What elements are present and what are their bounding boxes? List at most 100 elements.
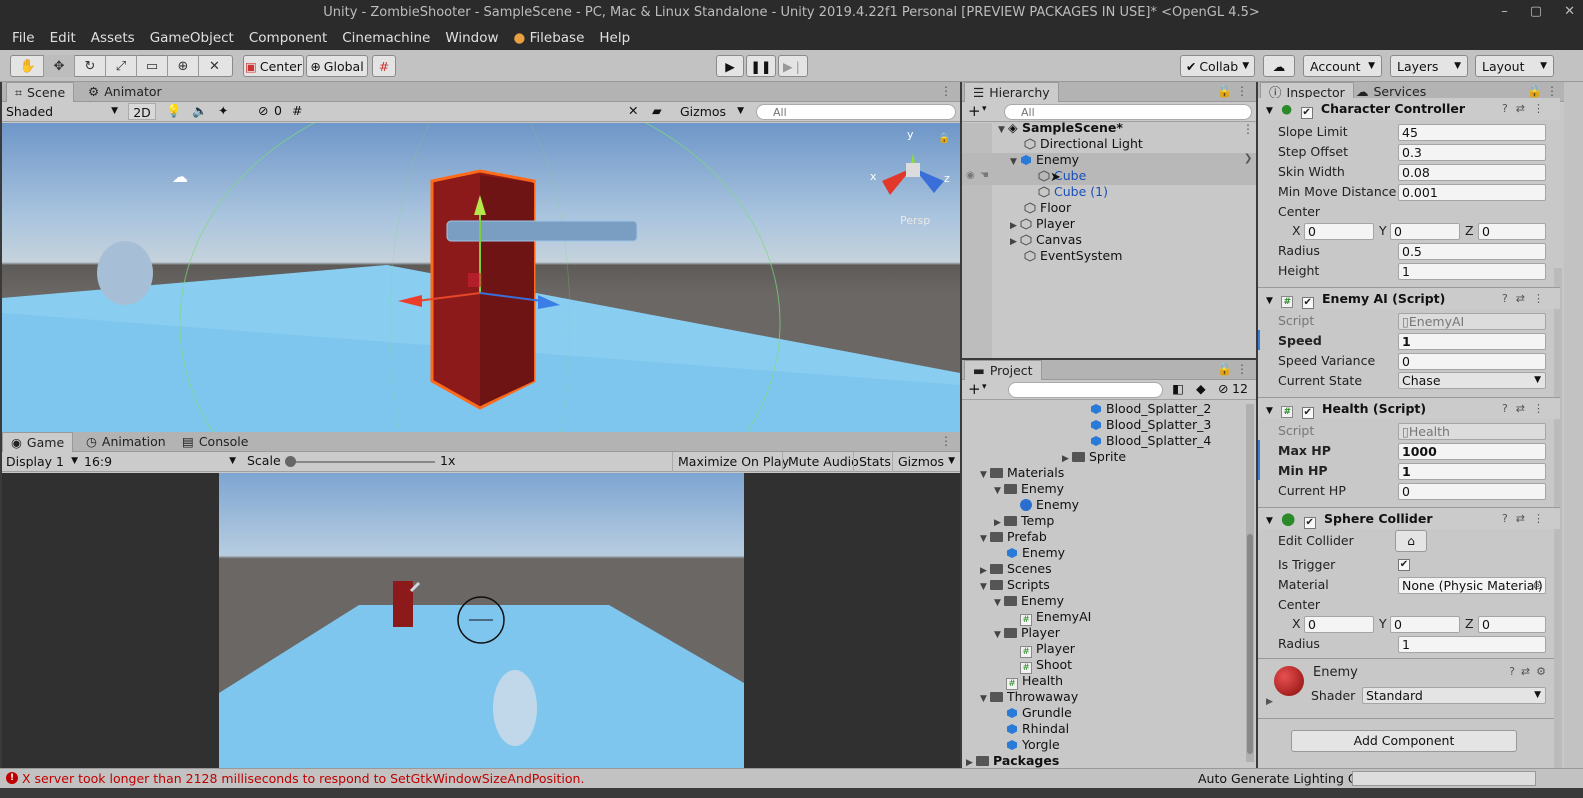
add-component-button[interactable]: Add Component <box>1291 730 1517 752</box>
enabled-checkbox[interactable]: ✔ <box>1301 407 1314 419</box>
expand-arrow-icon[interactable]: ▼ <box>980 531 990 547</box>
panel-menu-icon[interactable]: ⋮ <box>940 434 952 448</box>
project-prefab-rhindal[interactable]: Rhindal <box>1006 721 1069 737</box>
project-prefab-yorgle[interactable]: Yorgle <box>1006 737 1060 753</box>
menu-window[interactable]: Window <box>439 30 504 46</box>
chevron-right-icon[interactable]: ❯ <box>1244 153 1252 164</box>
stats-toggle[interactable]: Stats <box>853 452 896 472</box>
expand-arrow-icon[interactable]: ▼ <box>994 595 1004 611</box>
menu-edit[interactable]: Edit <box>44 30 82 46</box>
menu-help[interactable]: Help <box>593 30 636 46</box>
custom-tool-icon[interactable]: ✕ <box>199 55 230 77</box>
health-header[interactable]: ▼ # ✔ Health (Script) ?⇄⋮ <box>1258 397 1560 419</box>
camera-icon[interactable]: ▰ <box>652 103 662 118</box>
min-hp-field[interactable]: 1 <box>1398 463 1546 480</box>
scale-tool-icon[interactable]: ⤢ <box>106 55 137 77</box>
center-y-field[interactable]: 0 <box>1390 223 1460 240</box>
expand-arrow-icon[interactable]: ▼ <box>998 122 1008 138</box>
projection-label[interactable]: Persp <box>900 214 930 227</box>
audio-icon[interactable]: 🔈 <box>192 103 208 119</box>
2d-toggle[interactable]: 2D <box>128 103 156 120</box>
speed-field[interactable]: 1 <box>1398 333 1546 350</box>
material-header-icons[interactable]: ?⇄⚙ <box>1509 665 1552 678</box>
maximize-icon[interactable]: ▢ <box>1530 0 1542 26</box>
hierarchy-item-directional-light[interactable]: Directional Light <box>1024 136 1143 152</box>
layout-dropdown[interactable]: Layout ▼ <box>1475 55 1554 77</box>
project-search-input[interactable] <box>1008 382 1163 398</box>
tools-icon[interactable]: ✕ <box>628 103 638 118</box>
current-state-dropdown[interactable]: Chase ▼ <box>1398 372 1546 389</box>
physic-material-field[interactable]: None (Physic Material) ◎ <box>1398 577 1546 594</box>
pause-button[interactable]: ❚❚ <box>746 55 776 77</box>
cloud-button[interactable]: ☁ <box>1263 55 1295 77</box>
tab-game[interactable]: ◉ Game <box>2 432 74 452</box>
project-script-health[interactable]: # Health <box>1006 673 1063 690</box>
enabled-checkbox[interactable]: ✔ <box>1300 107 1313 119</box>
lock-icon[interactable]: 🔒 <box>1217 84 1232 98</box>
expand-arrow-icon[interactable]: ▼ <box>1266 516 1273 526</box>
edit-collider-button[interactable]: ⌂ <box>1395 530 1427 552</box>
script-field[interactable]: ▯EnemyAI <box>1398 313 1546 330</box>
tab-scene[interactable]: ⌗ Scene <box>6 82 75 102</box>
project-scrollbar[interactable] <box>1246 404 1254 762</box>
project-item-blood-splatter-2[interactable]: Blood_Splatter_2 <box>1090 401 1211 417</box>
expand-arrow-icon[interactable]: ▼ <box>1010 154 1020 170</box>
panel-menu-icon[interactable]: ⋮ <box>1236 362 1248 376</box>
visibility-eye-icon[interactable]: ◉ <box>966 170 975 181</box>
expand-arrow-icon[interactable]: ▼ <box>1266 296 1273 306</box>
tab-animation[interactable]: ◷ Animation <box>78 432 174 452</box>
tab-hierarchy[interactable]: ☰ Hierarchy <box>964 82 1059 102</box>
hierarchy-item-eventsystem[interactable]: EventSystem <box>1024 248 1122 264</box>
skin-width-field[interactable]: 0.08 <box>1398 164 1546 181</box>
project-scrollbar-thumb[interactable] <box>1247 534 1253 754</box>
lock-icon[interactable]: 🔒 <box>938 133 950 144</box>
enabled-checkbox[interactable]: ✔ <box>1303 517 1316 529</box>
expand-arrow-icon[interactable]: ▼ <box>994 483 1004 499</box>
project-prefab-grundle[interactable]: Grundle <box>1006 705 1072 721</box>
move-tool-icon[interactable]: ✥ <box>44 55 75 77</box>
min-move-distance-field[interactable]: 0.001 <box>1398 184 1546 201</box>
game-viewport[interactable] <box>219 473 744 768</box>
project-script-shoot[interactable]: # Shoot <box>1020 657 1072 674</box>
scale-slider[interactable] <box>290 461 435 463</box>
transform-tool-icon[interactable]: ⊕ <box>168 55 199 77</box>
height-field[interactable]: 1 <box>1398 263 1546 280</box>
object-picker-icon[interactable]: ◎ <box>1533 578 1542 593</box>
component-header-icons[interactable]: ?⇄⋮ <box>1502 508 1552 530</box>
hierarchy-item-floor[interactable]: Floor <box>1024 200 1071 216</box>
effects-icon[interactable]: ✦ <box>218 103 228 118</box>
aspect-dropdown[interactable]: 16:9 ▼ <box>84 453 238 470</box>
menu-file[interactable]: File <box>6 30 41 46</box>
hand-tool-icon[interactable]: ✋ <box>13 55 44 77</box>
project-material-enemy[interactable]: Enemy <box>1020 497 1079 513</box>
close-icon[interactable]: ✕ <box>1564 0 1575 26</box>
step-button[interactable]: ▶❘ <box>778 55 808 77</box>
component-header-icons[interactable]: ?⇄⋮ <box>1502 98 1552 120</box>
add-icon[interactable]: + <box>968 102 981 120</box>
step-offset-field[interactable]: 0.3 <box>1398 144 1546 161</box>
is-trigger-checkbox[interactable]: ✔ <box>1398 559 1410 571</box>
sphere-radius-field[interactable]: 1 <box>1398 636 1546 653</box>
collapse-arrow-icon[interactable]: ▶ <box>1010 234 1020 250</box>
global-space-button[interactable]: ⊕ Global <box>306 55 368 77</box>
project-item-blood-splatter-4[interactable]: Blood_Splatter_4 <box>1090 433 1211 449</box>
filter-type-icon[interactable]: ◧ <box>1172 381 1184 396</box>
chevron-down-icon[interactable]: ▾ <box>982 104 987 114</box>
scene-menu-icon[interactable]: ⋮ <box>1242 122 1254 136</box>
mute-audio-toggle[interactable]: Mute Audio <box>782 452 864 472</box>
layers-dropdown[interactable]: Layers ▼ <box>1390 55 1468 77</box>
component-header-icons[interactable]: ?⇄⋮ <box>1502 288 1552 310</box>
material-preview-icon[interactable] <box>1274 666 1304 696</box>
snap-grid-button[interactable]: # <box>372 55 396 77</box>
hidden-packages-icon[interactable]: ⊘ <box>1218 381 1228 396</box>
play-button[interactable]: ▶ <box>716 55 744 77</box>
menu-filebase[interactable]: ● Filebase <box>508 30 591 46</box>
sphere-center-z-field[interactable]: 0 <box>1478 616 1546 633</box>
max-hp-field[interactable]: 1000 <box>1398 443 1546 460</box>
scene-viewport[interactable]: ☁ y x z Persp 🔒 <box>2 123 960 432</box>
menu-assets[interactable]: Assets <box>85 30 141 46</box>
panel-menu-icon[interactable]: ⋮ <box>1236 84 1248 98</box>
hierarchy-search-input[interactable] <box>1004 104 1252 120</box>
hierarchy-item-cube[interactable]: Cube <box>1038 168 1086 184</box>
display-dropdown[interactable]: Display 1 ▼ <box>6 453 80 470</box>
